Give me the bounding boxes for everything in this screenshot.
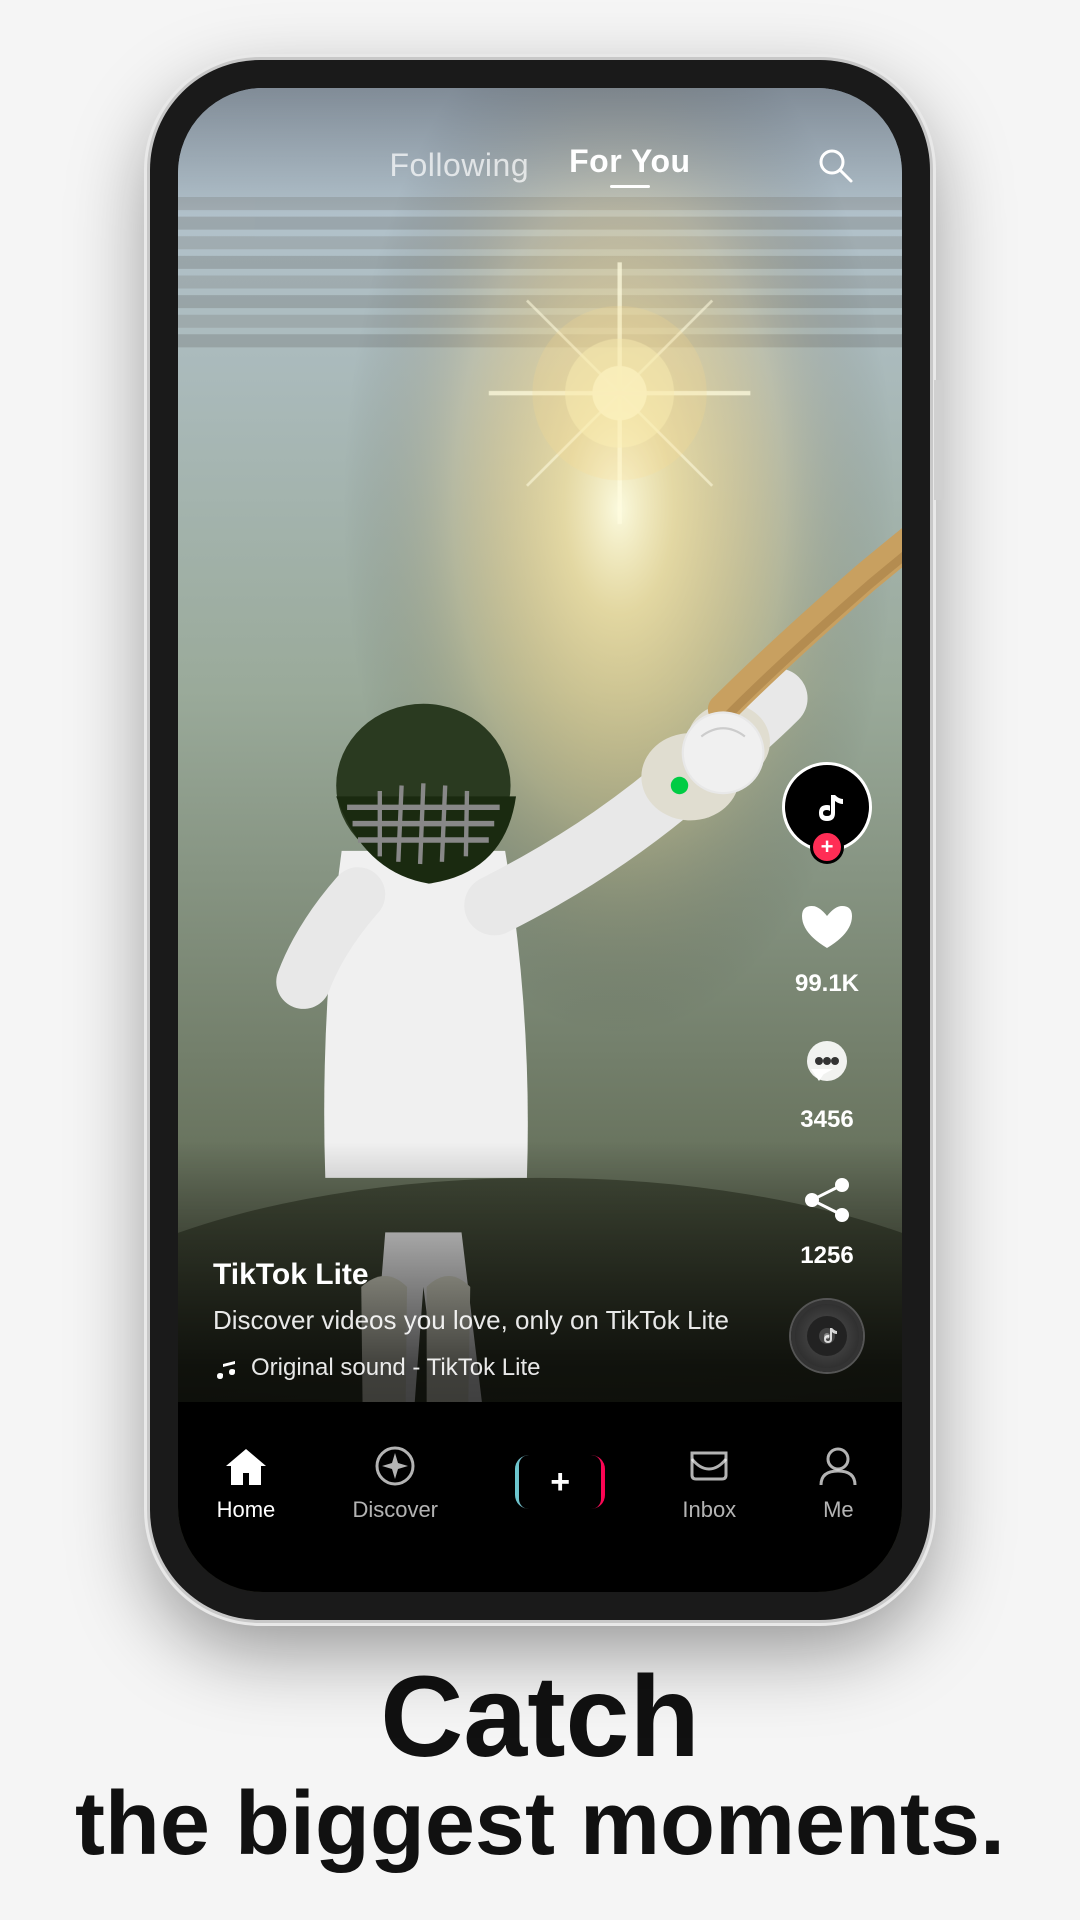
comment-icon xyxy=(797,1034,857,1094)
phone-screen: Following For You xyxy=(178,88,902,1592)
footer-text: Catch the biggest moments. xyxy=(75,1660,1005,1874)
tab-underline xyxy=(610,185,650,188)
catch-headline: Catch xyxy=(75,1660,1005,1775)
follow-plus-badge[interactable]: + xyxy=(810,830,844,864)
username: TikTok Lite xyxy=(213,1258,752,1292)
nav-home-label: Home xyxy=(217,1497,276,1523)
nav-discover[interactable]: Discover xyxy=(352,1441,438,1523)
profile-icon xyxy=(813,1441,863,1491)
nav-inbox-label: Inbox xyxy=(682,1497,736,1523)
music-action[interactable] xyxy=(791,1300,863,1372)
tab-for-you-container: For You xyxy=(569,143,690,188)
screen-header: Following For You xyxy=(178,88,902,218)
nav-add[interactable]: + xyxy=(515,1455,605,1509)
search-button[interactable] xyxy=(813,143,857,192)
add-button[interactable]: + xyxy=(515,1455,605,1509)
nav-tabs: Following For You xyxy=(389,143,690,188)
comment-icon-container xyxy=(791,1028,863,1100)
share-icon xyxy=(797,1170,857,1230)
moments-headline: the biggest moments. xyxy=(75,1775,1005,1874)
inbox-icon xyxy=(684,1441,734,1491)
nav-discover-label: Discover xyxy=(352,1497,438,1523)
comment-count: 3456 xyxy=(800,1106,853,1134)
page-container: Following For You xyxy=(0,0,1080,1874)
sound-name: Original sound - TikTok Lite xyxy=(251,1354,540,1382)
like-action[interactable]: 99.1K xyxy=(791,892,863,998)
comment-action[interactable]: 3456 xyxy=(791,1028,863,1134)
like-count: 99.1K xyxy=(795,970,859,998)
tiktok-logo-icon xyxy=(797,777,857,837)
share-action[interactable]: 1256 xyxy=(791,1164,863,1270)
music-note-icon xyxy=(213,1354,241,1382)
tiktok-small-icon xyxy=(807,1316,847,1356)
add-icon: + xyxy=(550,1463,570,1502)
search-icon xyxy=(813,143,857,187)
tab-following[interactable]: Following xyxy=(389,147,529,184)
bottom-nav: Home Discover + xyxy=(178,1402,902,1592)
sidebar-actions: + 99.1K xyxy=(782,762,872,1372)
nav-me-label: Me xyxy=(823,1497,854,1523)
nav-me[interactable]: Me xyxy=(813,1441,863,1523)
heart-icon xyxy=(797,898,857,958)
music-disc xyxy=(791,1300,863,1372)
avatar-container[interactable]: + xyxy=(782,762,872,852)
video-description: Discover videos you love, only on TikTok… xyxy=(213,1302,752,1338)
like-icon-container xyxy=(791,892,863,964)
tab-for-you[interactable]: For You xyxy=(569,143,690,179)
phone-wrapper: Following For You xyxy=(150,60,930,1620)
share-icon-container xyxy=(791,1164,863,1236)
bottom-content: TikTok Lite Discover videos you love, on… xyxy=(213,1258,752,1382)
discover-icon xyxy=(370,1441,420,1491)
home-icon xyxy=(221,1441,271,1491)
sound-info[interactable]: Original sound - TikTok Lite xyxy=(213,1354,752,1382)
nav-inbox[interactable]: Inbox xyxy=(682,1441,736,1523)
share-count: 1256 xyxy=(800,1242,853,1270)
nav-home[interactable]: Home xyxy=(217,1441,276,1523)
